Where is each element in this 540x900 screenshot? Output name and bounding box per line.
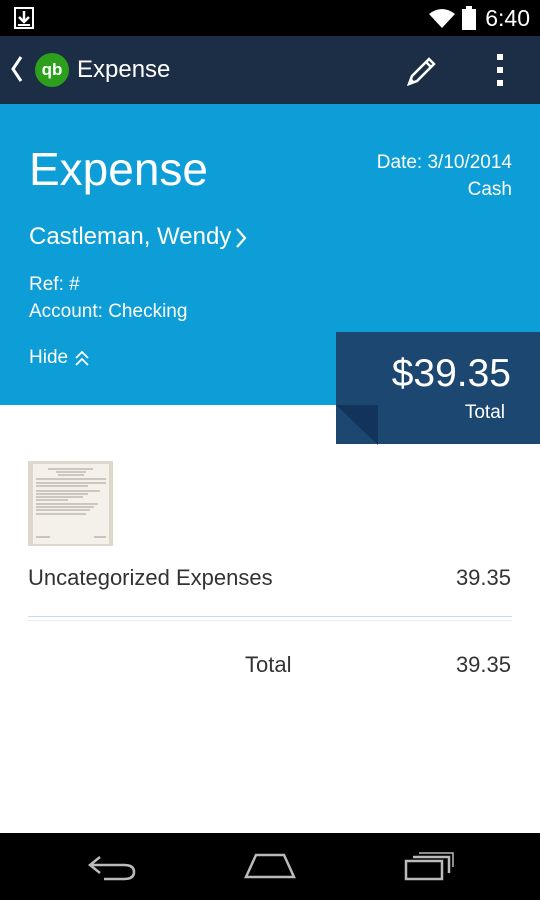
download-icon: [14, 7, 34, 29]
hide-label: Hide: [29, 347, 69, 368]
action-bar: qb Expense: [0, 36, 540, 104]
payee-link[interactable]: Castleman, Wendy: [29, 223, 247, 251]
total-badge-label: Total: [464, 402, 505, 423]
badge-fold: [336, 405, 378, 445]
wifi-icon: [429, 9, 455, 28]
nav-back-icon[interactable]: [86, 853, 138, 881]
app-logo[interactable]: qb: [35, 53, 69, 87]
nav-home-icon[interactable]: [242, 851, 298, 881]
payee-name: Castleman, Wendy: [29, 223, 232, 250]
expense-title: Expense: [29, 143, 209, 195]
overflow-menu-icon[interactable]: [495, 52, 505, 88]
receipt-image: [28, 461, 113, 546]
nav-recents-icon[interactable]: [403, 851, 455, 881]
divider: [28, 620, 512, 621]
summary-total-label: Total: [245, 652, 292, 677]
ref-number: Ref: #: [29, 274, 80, 295]
chevron-right-icon: [236, 227, 247, 248]
edit-pencil-icon[interactable]: [405, 54, 439, 88]
line-item-category: Uncategorized Expenses: [28, 565, 273, 590]
chevron-up-icon: [75, 350, 89, 366]
navigation-bar: [0, 833, 540, 900]
expense-date: Date: 3/10/2014: [376, 152, 512, 173]
summary-total-amount: 39.35: [455, 652, 511, 677]
divider: [28, 616, 512, 617]
line-item-amount: 39.35: [455, 565, 511, 590]
receipt-thumbnail[interactable]: [28, 461, 113, 546]
account-label: Account: Checking: [29, 301, 188, 322]
hide-toggle[interactable]: Hide: [29, 347, 90, 369]
status-bar: 6:40: [0, 0, 540, 36]
back-chevron-icon[interactable]: [10, 54, 24, 84]
total-amount: $39.35: [391, 352, 511, 395]
battery-icon: [462, 6, 476, 30]
action-bar-title: Expense: [77, 56, 171, 83]
status-time: 6:40: [485, 5, 530, 31]
payment-method: Cash: [467, 179, 512, 200]
